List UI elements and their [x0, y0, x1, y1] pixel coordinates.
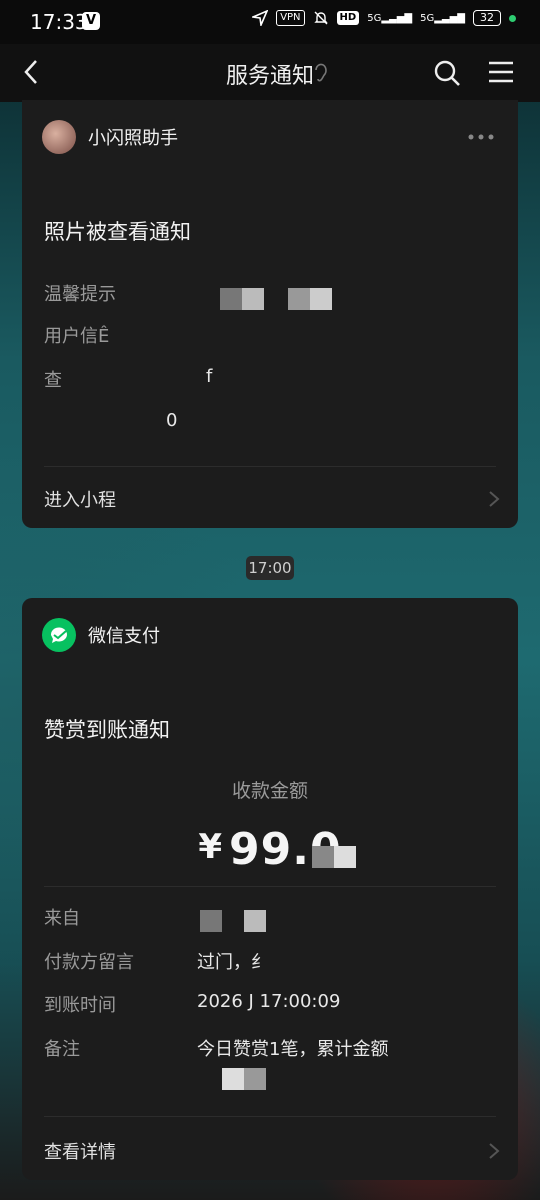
currency-symbol: ¥ — [198, 827, 224, 867]
field-label: 用户信Ê — [44, 326, 110, 347]
field-label: 备注 — [44, 1039, 80, 1060]
redacted-mosaic — [200, 910, 266, 932]
hd-icon: HD — [336, 11, 360, 25]
redacted-mosaic — [220, 288, 264, 310]
field-value: f — [206, 366, 213, 387]
message-title: 赞赏到账通知 — [44, 718, 170, 742]
notification-card-photo[interactable]: 小闪照助手 照片被查看通知 温馨提示 用户信Ê 查 f 0 进入小程 — [22, 100, 518, 528]
message-timestamp: 17:00 — [246, 556, 294, 580]
notification-card-wechat-pay[interactable]: 微信支付 赞赏到账通知 收款金额 ¥99.0 来自 付款方留言 过门，纟 到账时… — [22, 598, 518, 1180]
field-label: 温馨提示 — [44, 284, 116, 305]
field-label: 到账时间 — [44, 995, 116, 1016]
field-value: 0 — [166, 410, 178, 431]
open-mini-program-link[interactable]: 进入小程 — [44, 486, 116, 512]
avatar — [42, 120, 76, 154]
chevron-right-icon — [489, 491, 500, 507]
more-options-icon[interactable] — [468, 134, 494, 140]
field-label: 来自 — [44, 908, 80, 929]
field-label: 查 — [44, 370, 62, 391]
source-name: 微信支付 — [88, 626, 160, 647]
divider — [44, 466, 496, 467]
signal-icon-1: 5G▂▃▅▇ — [367, 12, 413, 24]
divider — [44, 1116, 496, 1117]
location-icon — [252, 10, 269, 26]
menu-icon[interactable] — [488, 60, 514, 84]
message-title: 照片被查看通知 — [44, 220, 191, 244]
field-value: 2026 J 17:00:09 — [197, 991, 341, 1012]
chevron-right-icon — [489, 1143, 500, 1159]
divider — [44, 886, 496, 887]
view-details-link[interactable]: 查看详情 — [44, 1138, 116, 1164]
status-bar: 17:33 V VPN HD 5G▂▃▅▇ 5G▂▃▅▇ 32 — [0, 0, 540, 44]
ear-icon — [315, 63, 327, 82]
source-name: 小闪照助手 — [88, 128, 178, 149]
vpn-icon: VPN — [276, 10, 305, 26]
redacted-mosaic — [222, 1068, 266, 1090]
signal-icon-2: 5G▂▃▅▇ — [420, 12, 465, 24]
redacted-mosaic — [312, 846, 356, 868]
charging-dot-icon — [509, 14, 516, 22]
search-icon[interactable] — [432, 58, 462, 88]
amount-label: 收款金额 — [231, 780, 308, 802]
field-label: 付款方留言 — [44, 952, 134, 973]
mute-bell-icon — [313, 11, 328, 25]
status-time: 17:33 — [30, 10, 88, 34]
field-value: 过门，纟 — [197, 952, 269, 973]
wechat-pay-logo-icon — [42, 618, 76, 652]
app-notification-icon: V — [82, 12, 100, 30]
status-icons: VPN HD 5G▂▃▅▇ 5G▂▃▅▇ 32 — [252, 10, 516, 26]
field-value: 今日赞赏1笔，累计金额 — [197, 1039, 389, 1060]
battery-icon: 32 — [473, 10, 501, 26]
amount-value: ¥99.0 — [22, 824, 518, 875]
redacted-mosaic — [288, 288, 332, 310]
nav-bar: 服务通知 — [0, 44, 540, 102]
